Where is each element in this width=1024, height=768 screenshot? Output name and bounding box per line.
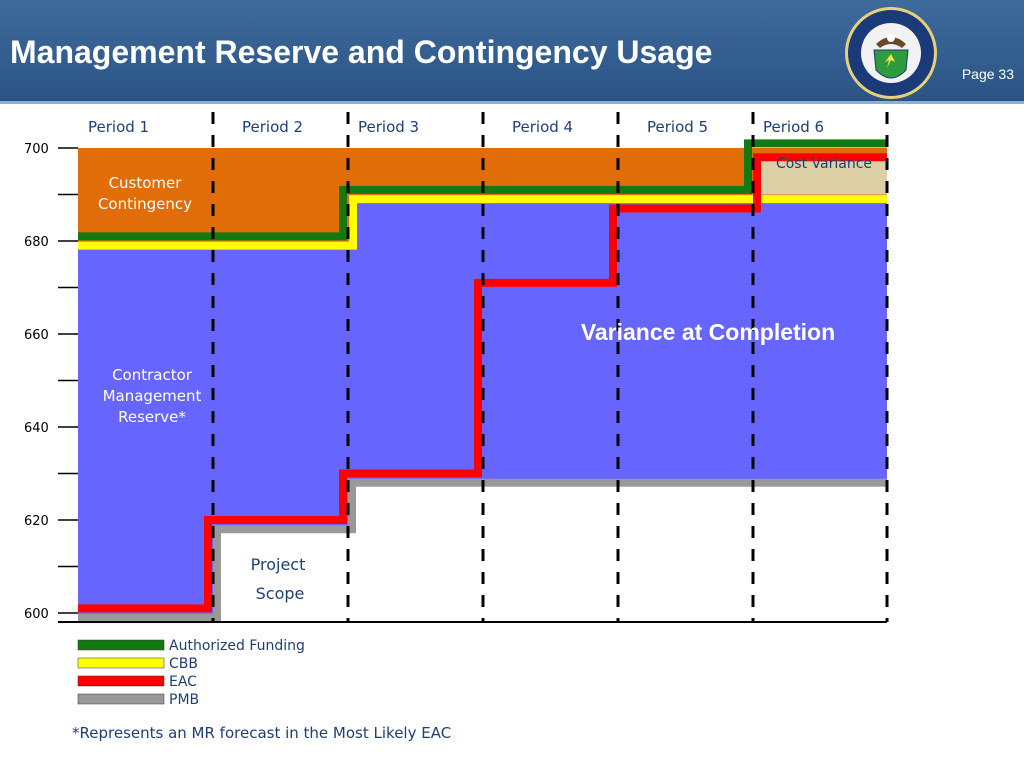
legend-swatch-authorized-funding <box>77 639 165 651</box>
management-reserve-label-line-3: Reserve* <box>118 408 186 426</box>
cost-variance-label: Cost Variance <box>776 156 872 172</box>
y-tick-label-700: 700 <box>24 142 49 157</box>
slide-header: Management Reserve and Contingency Usage… <box>0 0 1024 104</box>
y-tick-label-680: 680 <box>24 235 49 250</box>
y-tick-label-660: 660 <box>24 328 49 343</box>
chart-footnote: *Represents an MR forecast in the Most L… <box>72 724 452 742</box>
y-tick-label-620: 620 <box>24 514 49 529</box>
customer-contingency-label-line-2: Contingency <box>98 195 192 213</box>
variance-at-completion-label: Variance at Completion <box>581 319 835 345</box>
project-scope-area <box>220 533 887 622</box>
legend-swatch-cbb <box>77 657 165 669</box>
period-label-2: Period 2 <box>242 118 303 136</box>
legend-label-authorized-funding: Authorized Funding <box>169 638 305 654</box>
period-label-6: Period 6 <box>763 118 824 136</box>
project-scope-label-line-1: Project <box>251 555 306 574</box>
page-number: Page 33 <box>961 66 1014 82</box>
page-title: Management Reserve and Contingency Usage <box>10 34 713 70</box>
legend-swatch-eac <box>77 675 165 687</box>
management-reserve-label-line-2: Management <box>103 387 202 405</box>
department-of-energy-seal-icon <box>845 7 937 99</box>
period-label-4: Period 4 <box>512 118 573 136</box>
period-label-1: Period 1 <box>88 118 149 136</box>
mr-contingency-chart: 600 620 640 660 680 700 Period 1 Period 2 Period… <box>24 112 889 708</box>
project-scope-label-line-2: Scope <box>256 584 305 603</box>
y-tick-label-640: 640 <box>24 421 49 436</box>
legend-label-cbb: CBB <box>169 656 198 672</box>
legend-label-pmb: PMB <box>169 692 199 708</box>
management-reserve-label-line-1: Contractor <box>112 366 193 384</box>
legend-label-eac: EAC <box>169 674 197 690</box>
y-tick-label-600: 600 <box>24 607 49 622</box>
legend-swatch-pmb <box>77 693 165 705</box>
period-label-5: Period 5 <box>647 118 708 136</box>
customer-contingency-label-line-1: Customer <box>109 174 183 192</box>
period-label-3: Period 3 <box>358 118 419 136</box>
